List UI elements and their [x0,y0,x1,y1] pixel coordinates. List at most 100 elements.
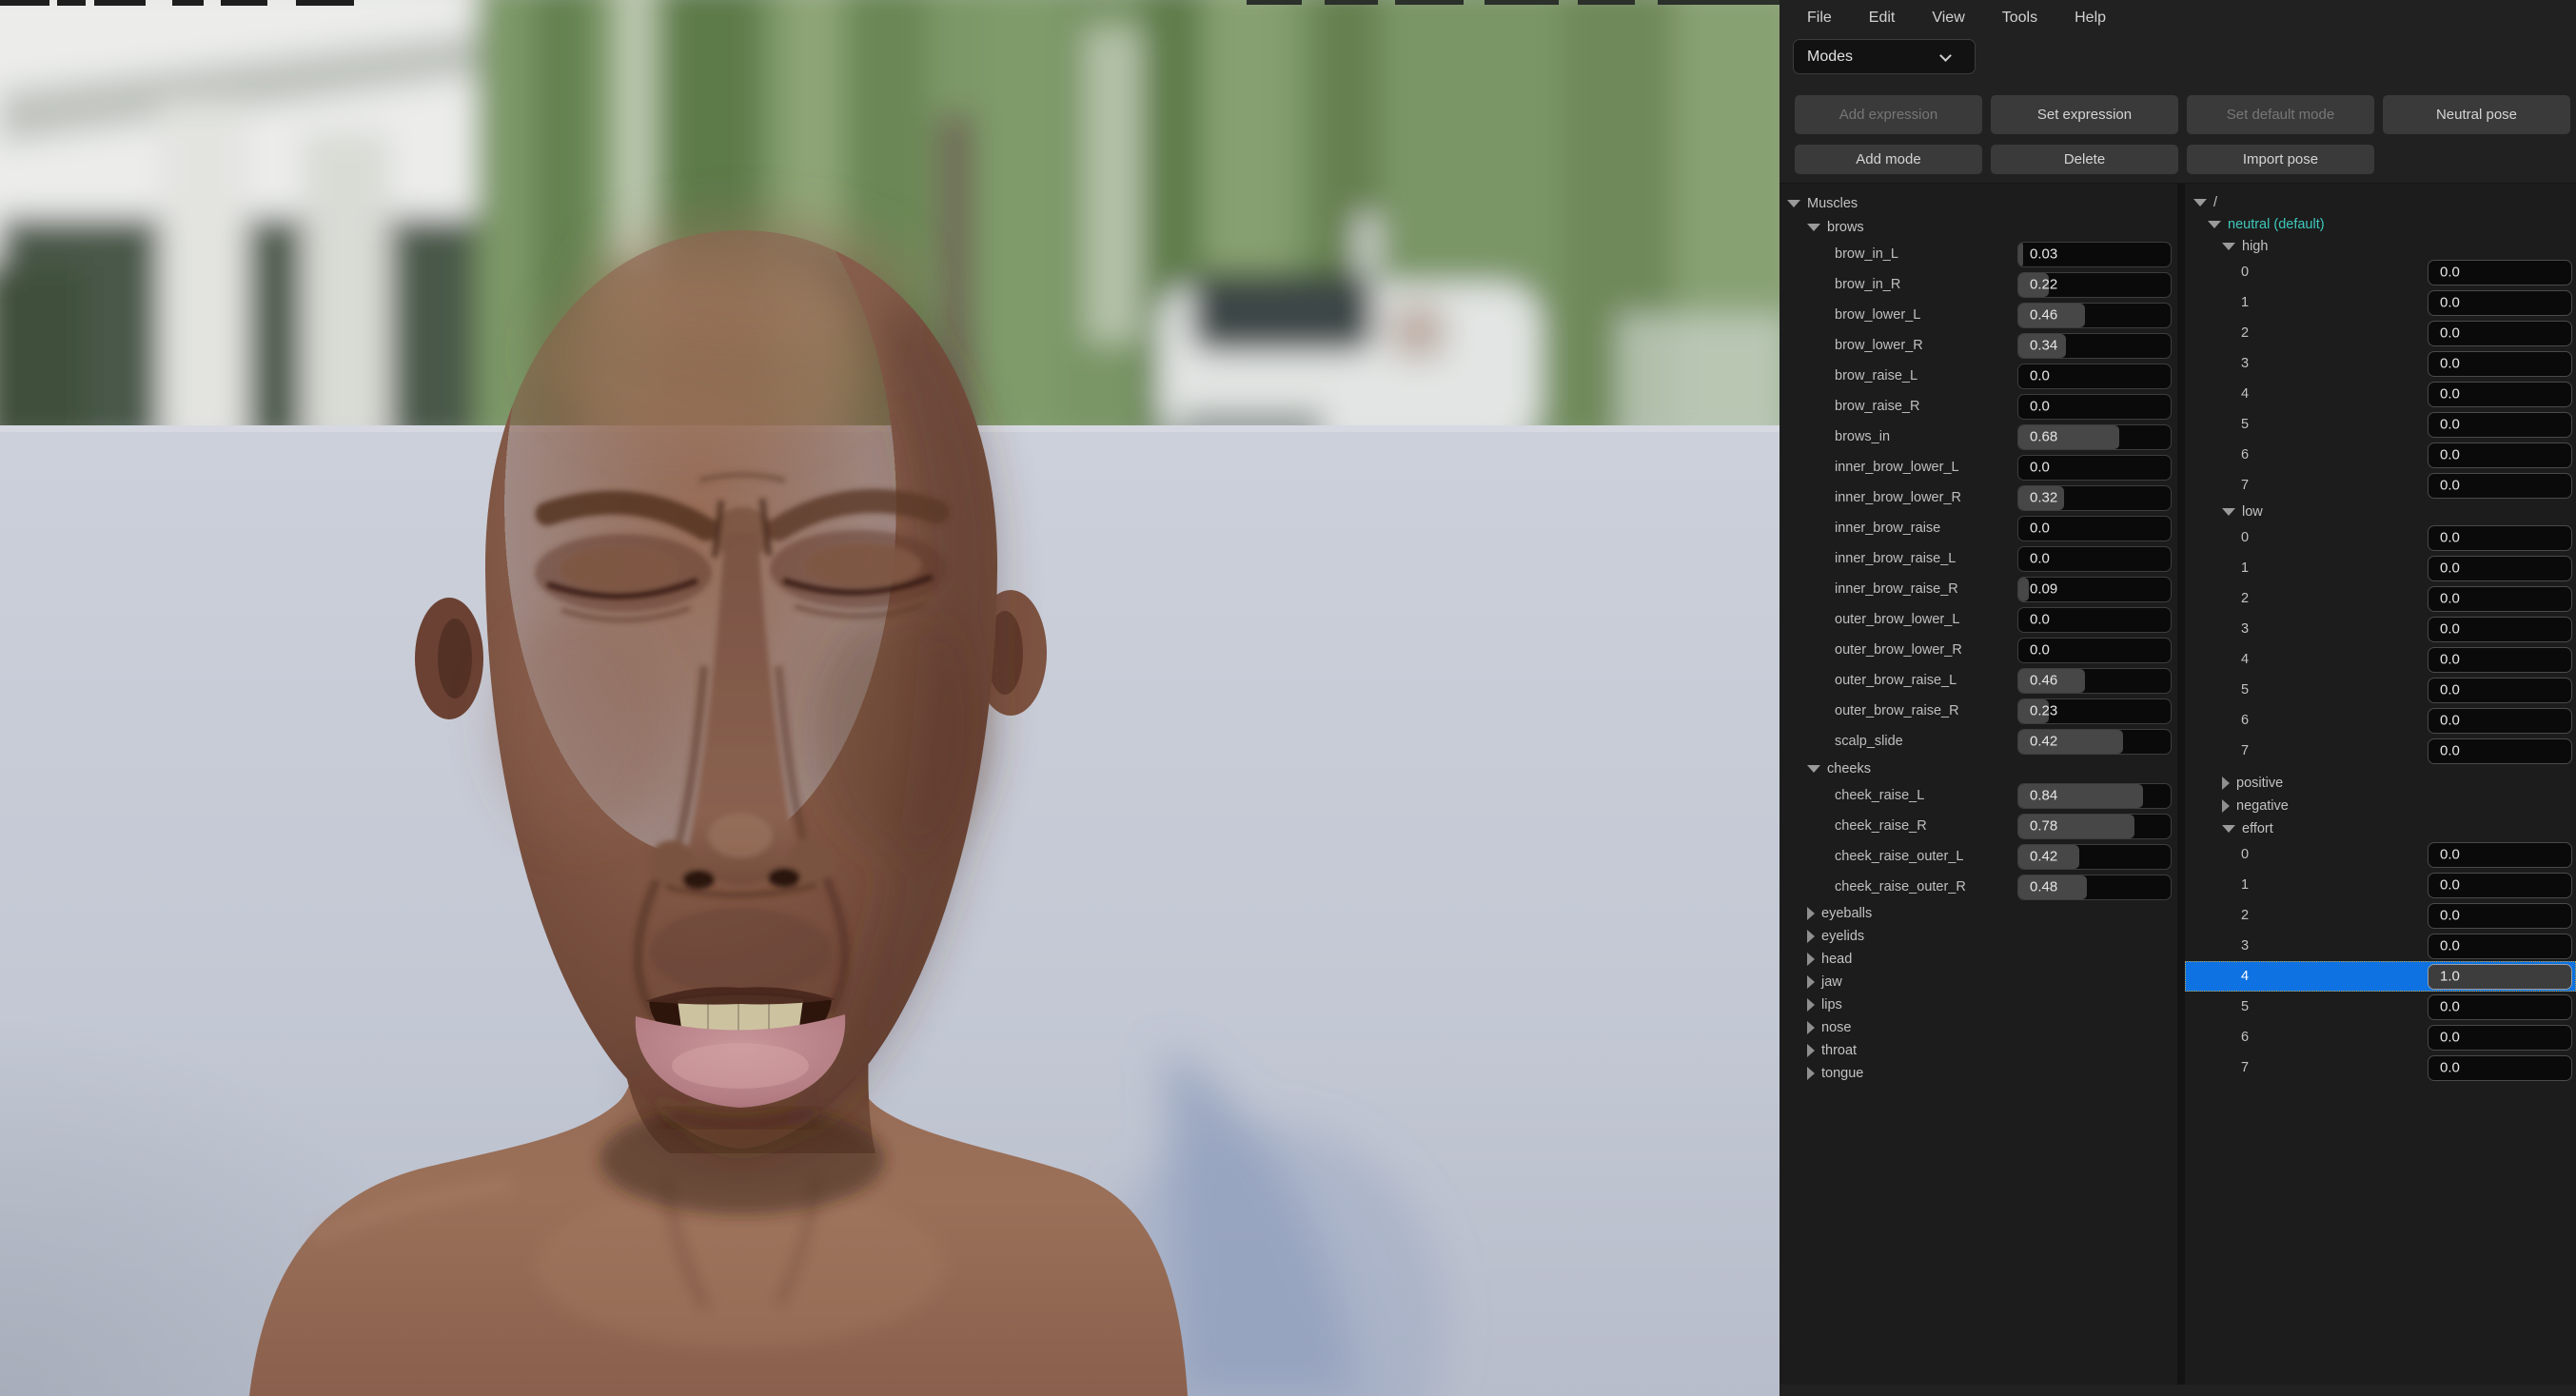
pose-group-neutral-default-[interactable]: neutral (default) [2185,213,2576,235]
muscle-group-head[interactable]: head [1780,948,2177,971]
expander-icon[interactable] [2193,199,2207,206]
muscle-group-throat[interactable]: throat [1780,1039,2177,1062]
weight-field[interactable]: 0.0 [2428,412,2572,438]
pose-weight-row[interactable]: 3 0.0 [2185,614,2576,644]
weight-field[interactable]: 0.0 [2428,260,2572,285]
muscle-group-nose[interactable]: nose [1780,1016,2177,1039]
weight-field[interactable]: 0.0 [2428,842,2572,868]
pose-weight-row[interactable]: 0 0.0 [2185,839,2576,870]
muscle-group-tongue[interactable]: tongue [1780,1062,2177,1085]
pose-weight-row[interactable]: 6 0.0 [2185,440,2576,470]
muscle-slider[interactable]: 0.84 [2017,783,2172,809]
muscle-slider[interactable]: 0.32 [2017,485,2172,511]
muscle-group-eyeballs[interactable]: eyeballs [1780,902,2177,925]
muscle-slider[interactable]: 0.34 [2017,333,2172,359]
expander-icon[interactable] [1807,1044,1815,1057]
muscle-group-cheeks[interactable]: cheeks [1780,757,2177,780]
weight-field[interactable]: 0.0 [2428,525,2572,551]
weight-field[interactable]: 0.0 [2428,738,2572,764]
muscle-slider[interactable]: 0.46 [2017,668,2172,694]
pose-weight-row[interactable]: 3 0.0 [2185,348,2576,379]
weight-field[interactable]: 0.0 [2428,473,2572,499]
expander-icon[interactable] [1807,975,1815,989]
weight-field[interactable]: 0.0 [2428,903,2572,929]
weight-field[interactable]: 0.0 [2428,708,2572,734]
weight-field[interactable]: 0.0 [2428,351,2572,377]
weight-field[interactable]: 0.0 [2428,1055,2572,1081]
muscle-slider[interactable]: 0.0 [2017,607,2172,633]
viewport-3d[interactable] [0,0,1780,1396]
pose-weight-row[interactable]: 3 0.0 [2185,931,2576,961]
pose-weight-row[interactable]: 2 0.0 [2185,583,2576,614]
pose-weight-row[interactable]: 5 0.0 [2185,675,2576,705]
weight-field[interactable]: 0.0 [2428,678,2572,703]
weight-field[interactable]: 0.0 [2428,934,2572,959]
weight-field[interactable]: 0.0 [2428,1025,2572,1051]
muscle-slider[interactable]: 0.0 [2017,455,2172,481]
pose-group-positive[interactable]: positive [2185,772,2576,795]
expander-icon[interactable] [2208,221,2221,228]
expander-icon[interactable] [1807,1067,1815,1080]
muscle-slider[interactable]: 0.0 [2017,516,2172,541]
weight-field[interactable]: 0.0 [2428,873,2572,898]
weight-field[interactable]: 0.0 [2428,994,2572,1020]
pose-weight-row[interactable]: 1 0.0 [2185,870,2576,900]
muscle-slider[interactable]: 0.0 [2017,546,2172,572]
muscle-slider[interactable]: 0.78 [2017,814,2172,839]
muscle-slider[interactable]: 0.48 [2017,875,2172,900]
expander-icon[interactable] [1807,765,1820,773]
expander-icon[interactable] [1807,224,1820,231]
weight-field[interactable]: 0.0 [2428,382,2572,407]
menu-edit[interactable]: Edit [1869,10,1896,27]
pose-weight-row[interactable]: 2 0.0 [2185,318,2576,348]
weight-field[interactable]: 0.0 [2428,442,2572,468]
set-expression-button[interactable]: Set expression [1991,95,2178,134]
muscle-group-lips[interactable]: lips [1780,993,2177,1016]
muscle-slider[interactable]: 0.0 [2017,638,2172,663]
delete-button[interactable]: Delete [1991,145,2178,174]
pose-weight-row[interactable]: 1 0.0 [2185,553,2576,583]
muscle-slider[interactable]: 0.0 [2017,394,2172,420]
pose-weight-row[interactable]: 4 1.0 [2185,961,2576,992]
pose-group--[interactable]: / [2185,191,2576,213]
pose-weight-row[interactable]: 6 0.0 [2185,1022,2576,1052]
pose-group-effort[interactable]: effort [2185,817,2576,839]
pose-weight-row[interactable]: 2 0.0 [2185,900,2576,931]
expander-icon[interactable] [1807,1021,1815,1034]
muscle-slider[interactable]: 0.23 [2017,698,2172,724]
expander-icon[interactable] [1807,930,1815,943]
pose-group-high[interactable]: high [2185,235,2576,257]
expander-icon[interactable] [1787,200,1800,207]
weight-field[interactable]: 0.0 [2428,321,2572,346]
pose-weight-row[interactable]: 7 0.0 [2185,736,2576,766]
muscle-group-eyelids[interactable]: eyelids [1780,925,2177,948]
muscle-slider[interactable]: 0.68 [2017,424,2172,450]
expander-icon[interactable] [1807,998,1815,1012]
muscle-slider[interactable]: 0.0 [2017,364,2172,389]
pose-weight-row[interactable]: 5 0.0 [2185,992,2576,1022]
expander-icon[interactable] [2222,508,2235,516]
expander-icon[interactable] [1807,953,1815,966]
pose-group-negative[interactable]: negative [2185,795,2576,817]
pose-weight-row[interactable]: 7 0.0 [2185,470,2576,501]
pose-weight-row[interactable]: 4 0.0 [2185,644,2576,675]
muscle-slider[interactable]: 0.03 [2017,242,2172,267]
muscle-slider[interactable]: 0.42 [2017,844,2172,870]
muscle-group-jaw[interactable]: jaw [1780,971,2177,993]
modes-dropdown[interactable]: Modes [1793,39,1976,74]
neutral-pose-button[interactable]: Neutral pose [2383,95,2570,134]
weight-field[interactable]: 0.0 [2428,290,2572,316]
pose-weight-row[interactable]: 4 0.0 [2185,379,2576,409]
import-pose-button[interactable]: Import pose [2187,145,2374,174]
weight-field[interactable]: 0.0 [2428,586,2572,612]
pose-weight-row[interactable]: 7 0.0 [2185,1052,2576,1083]
muscle-slider[interactable]: 0.09 [2017,577,2172,602]
menu-view[interactable]: View [1932,10,1964,27]
muscle-slider[interactable]: 0.46 [2017,303,2172,328]
muscle-group-brows[interactable]: brows [1780,215,2177,239]
menu-file[interactable]: File [1807,10,1832,27]
pose-weight-row[interactable]: 1 0.0 [2185,287,2576,318]
pose-weight-row[interactable]: 5 0.0 [2185,409,2576,440]
muscle-slider[interactable]: 0.22 [2017,272,2172,298]
expander-icon[interactable] [2222,777,2230,790]
